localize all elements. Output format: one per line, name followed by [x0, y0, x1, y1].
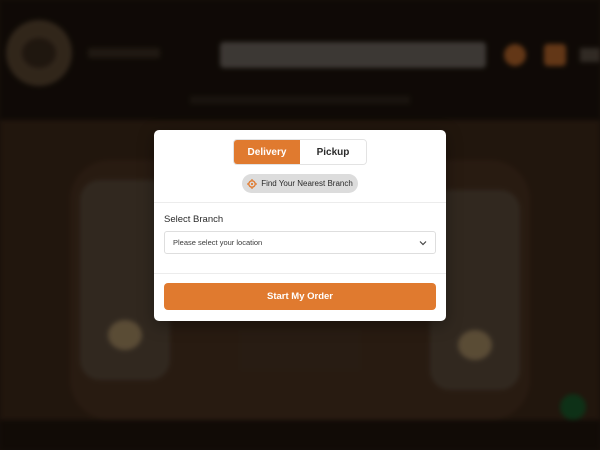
- order-type-tabs: Delivery Pickup: [233, 139, 367, 165]
- branch-select-value: Please select your location: [173, 238, 263, 247]
- locate-icon: [247, 178, 258, 189]
- start-order-button[interactable]: Start My Order: [164, 283, 436, 310]
- chevron-down-icon: [419, 240, 427, 245]
- tab-delivery[interactable]: Delivery: [234, 140, 300, 164]
- divider: [154, 202, 446, 203]
- find-nearest-branch-button[interactable]: Find Your Nearest Branch: [242, 174, 358, 193]
- branch-select[interactable]: Please select your location: [164, 231, 436, 254]
- order-type-modal: Delivery Pickup Find Your Nearest Branch…: [154, 130, 446, 321]
- divider: [154, 273, 446, 274]
- tab-pickup[interactable]: Pickup: [300, 140, 366, 164]
- find-nearest-branch-label: Find Your Nearest Branch: [261, 179, 353, 188]
- select-branch-label: Select Branch: [164, 214, 224, 225]
